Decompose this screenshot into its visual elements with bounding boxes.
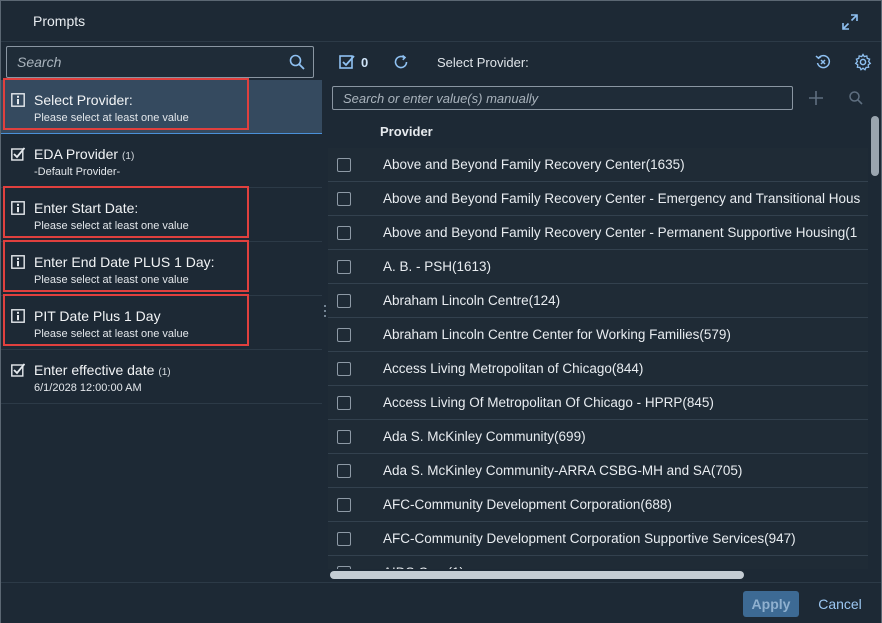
prompts-dialog: Prompts Select Provider: Please select at… xyxy=(0,0,882,623)
check-icon xyxy=(11,363,26,377)
prompt-title: EDA Provider (1) xyxy=(34,146,135,162)
prompt-item[interactable]: Select Provider: Please select at least o… xyxy=(1,78,322,134)
prompt-list-panel: Select Provider: Please select at least o… xyxy=(1,42,322,582)
info-icon xyxy=(11,309,25,323)
table-row[interactable]: Ada S. McKinley Community-ARRA CSBG-MH a… xyxy=(328,454,868,488)
provider-table: Provider Above and Beyond Family Recover… xyxy=(328,114,868,569)
table-row[interactable]: Access Living Of Metropolitan Of Chicago… xyxy=(328,386,868,420)
manual-value-box xyxy=(332,86,793,110)
reset-selection-icon[interactable] xyxy=(814,53,832,71)
title-bar: Prompts xyxy=(1,1,881,42)
info-icon xyxy=(11,201,25,215)
add-icon[interactable] xyxy=(807,89,825,107)
value-selection-panel: 0 Select Provider: Search or enter value… xyxy=(328,42,881,582)
vertical-scroll-thumb[interactable] xyxy=(871,116,879,176)
apply-button[interactable]: Apply xyxy=(743,591,799,617)
prompt-title: Enter End Date PLUS 1 Day: xyxy=(34,254,215,270)
prompt-item[interactable]: Enter effective date (1) 6/1/2028 12:00:00… xyxy=(1,350,322,404)
table-row[interactable]: Above and Beyond Family Recovery Center … xyxy=(328,216,868,250)
provider-name: A. B. - PSH(1613) xyxy=(383,259,492,274)
prompt-subtitle: 6/1/2028 12:00:00 AM xyxy=(34,382,142,394)
prompt-value-count: (1) xyxy=(122,151,135,162)
search-icon[interactable] xyxy=(289,54,305,70)
cancel-button[interactable]: Cancel xyxy=(807,591,873,617)
prompt-item[interactable]: EDA Provider (1) -Default Provider- xyxy=(1,134,322,188)
value-search-icon[interactable] xyxy=(848,90,864,106)
provider-name: Ada S. McKinley Community-ARRA CSBG-MH a… xyxy=(383,463,743,478)
row-checkbox[interactable] xyxy=(337,362,351,376)
table-row[interactable]: Above and Beyond Family Recovery Center(… xyxy=(328,148,868,182)
provider-name: AFC-Community Development Corporation(68… xyxy=(383,497,672,512)
prompt-value-count: (1) xyxy=(158,367,171,378)
vertical-scrollbar[interactable] xyxy=(869,114,881,569)
provider-name: Above and Beyond Family Recovery Center … xyxy=(383,225,858,240)
prompt-title: Enter Start Date: xyxy=(34,200,139,216)
row-checkbox[interactable] xyxy=(337,226,351,240)
table-row[interactable]: Above and Beyond Family Recovery Center … xyxy=(328,182,868,216)
table-row[interactable]: Abraham Lincoln Centre Center for Workin… xyxy=(328,318,868,352)
refresh-icon[interactable] xyxy=(392,53,410,71)
prompt-item[interactable]: Enter Start Date: Please select at least … xyxy=(1,186,322,242)
row-checkbox[interactable] xyxy=(337,464,351,478)
table-row[interactable]: AFC-Community Development Corporation Su… xyxy=(328,522,868,556)
prompt-subtitle: -Default Provider- xyxy=(34,166,121,178)
provider-name: Access Living Of Metropolitan Of Chicago… xyxy=(383,395,714,410)
toolbar-prompt-label: Select Provider: xyxy=(437,55,529,70)
prompt-subtitle: Please select at least one value xyxy=(34,274,189,286)
provider-name: AFC-Community Development Corporation Su… xyxy=(383,531,796,546)
prompt-search-box xyxy=(6,46,314,78)
selected-values-icon[interactable] xyxy=(339,54,355,70)
row-checkbox[interactable] xyxy=(337,498,351,512)
prompt-search-input[interactable] xyxy=(7,47,287,77)
prompt-subtitle: Please select at least one value xyxy=(34,220,189,232)
row-checkbox[interactable] xyxy=(337,260,351,274)
selected-count: 0 xyxy=(361,55,369,70)
row-checkbox[interactable] xyxy=(337,158,351,172)
provider-name: Ada S. McKinley Community(699) xyxy=(383,429,586,444)
horizontal-scrollbar[interactable] xyxy=(328,569,869,581)
table-rows: Above and Beyond Family Recovery Center(… xyxy=(328,148,868,569)
prompt-item[interactable]: PIT Date Plus 1 Day Please select at leas… xyxy=(1,294,322,350)
dialog-footer: Apply Cancel xyxy=(1,582,881,623)
expand-icon[interactable] xyxy=(841,13,859,31)
horizontal-scroll-thumb[interactable] xyxy=(330,571,744,579)
splitter-handle[interactable] xyxy=(323,304,327,318)
selection-toolbar: 0 Select Provider: xyxy=(328,42,881,82)
table-header: Provider xyxy=(328,114,868,148)
prompt-subtitle: Please select at least one value xyxy=(34,328,189,340)
provider-name: Abraham Lincoln Centre(124) xyxy=(383,293,561,308)
prompt-title: Enter effective date (1) xyxy=(34,362,171,378)
table-row[interactable]: Ada S. McKinley Community(699) xyxy=(328,420,868,454)
prompt-item[interactable]: Enter End Date PLUS 1 Day: Please select … xyxy=(1,240,322,296)
provider-name: Abraham Lincoln Centre Center for Workin… xyxy=(383,327,731,342)
row-checkbox[interactable] xyxy=(337,532,351,546)
info-icon xyxy=(11,255,25,269)
provider-name: Access Living Metropolitan of Chicago(84… xyxy=(383,361,644,376)
manual-value-input[interactable] xyxy=(333,87,792,109)
column-header-provider: Provider xyxy=(380,124,433,139)
table-row[interactable]: AFC-Community Development Corporation(68… xyxy=(328,488,868,522)
table-row[interactable]: Access Living Metropolitan of Chicago(84… xyxy=(328,352,868,386)
prompt-title: Select Provider: xyxy=(34,92,133,108)
table-row[interactable]: Abraham Lincoln Centre(124) xyxy=(328,284,868,318)
table-row[interactable]: AIDS Care(1) xyxy=(328,556,868,569)
row-checkbox[interactable] xyxy=(337,192,351,206)
row-checkbox[interactable] xyxy=(337,294,351,308)
check-icon xyxy=(11,147,26,161)
provider-name: Above and Beyond Family Recovery Center(… xyxy=(383,157,685,172)
table-row[interactable]: A. B. - PSH(1613) xyxy=(328,250,868,284)
gear-icon[interactable] xyxy=(854,53,872,71)
dialog-title: Prompts xyxy=(33,13,86,29)
prompt-list: Select Provider: Please select at least o… xyxy=(1,78,322,404)
row-checkbox[interactable] xyxy=(337,430,351,444)
info-icon xyxy=(11,93,25,107)
prompt-subtitle: Please select at least one value xyxy=(34,112,189,124)
prompt-title: PIT Date Plus 1 Day xyxy=(34,308,161,324)
row-checkbox[interactable] xyxy=(337,328,351,342)
provider-name: Above and Beyond Family Recovery Center … xyxy=(383,191,861,206)
row-checkbox[interactable] xyxy=(337,396,351,410)
